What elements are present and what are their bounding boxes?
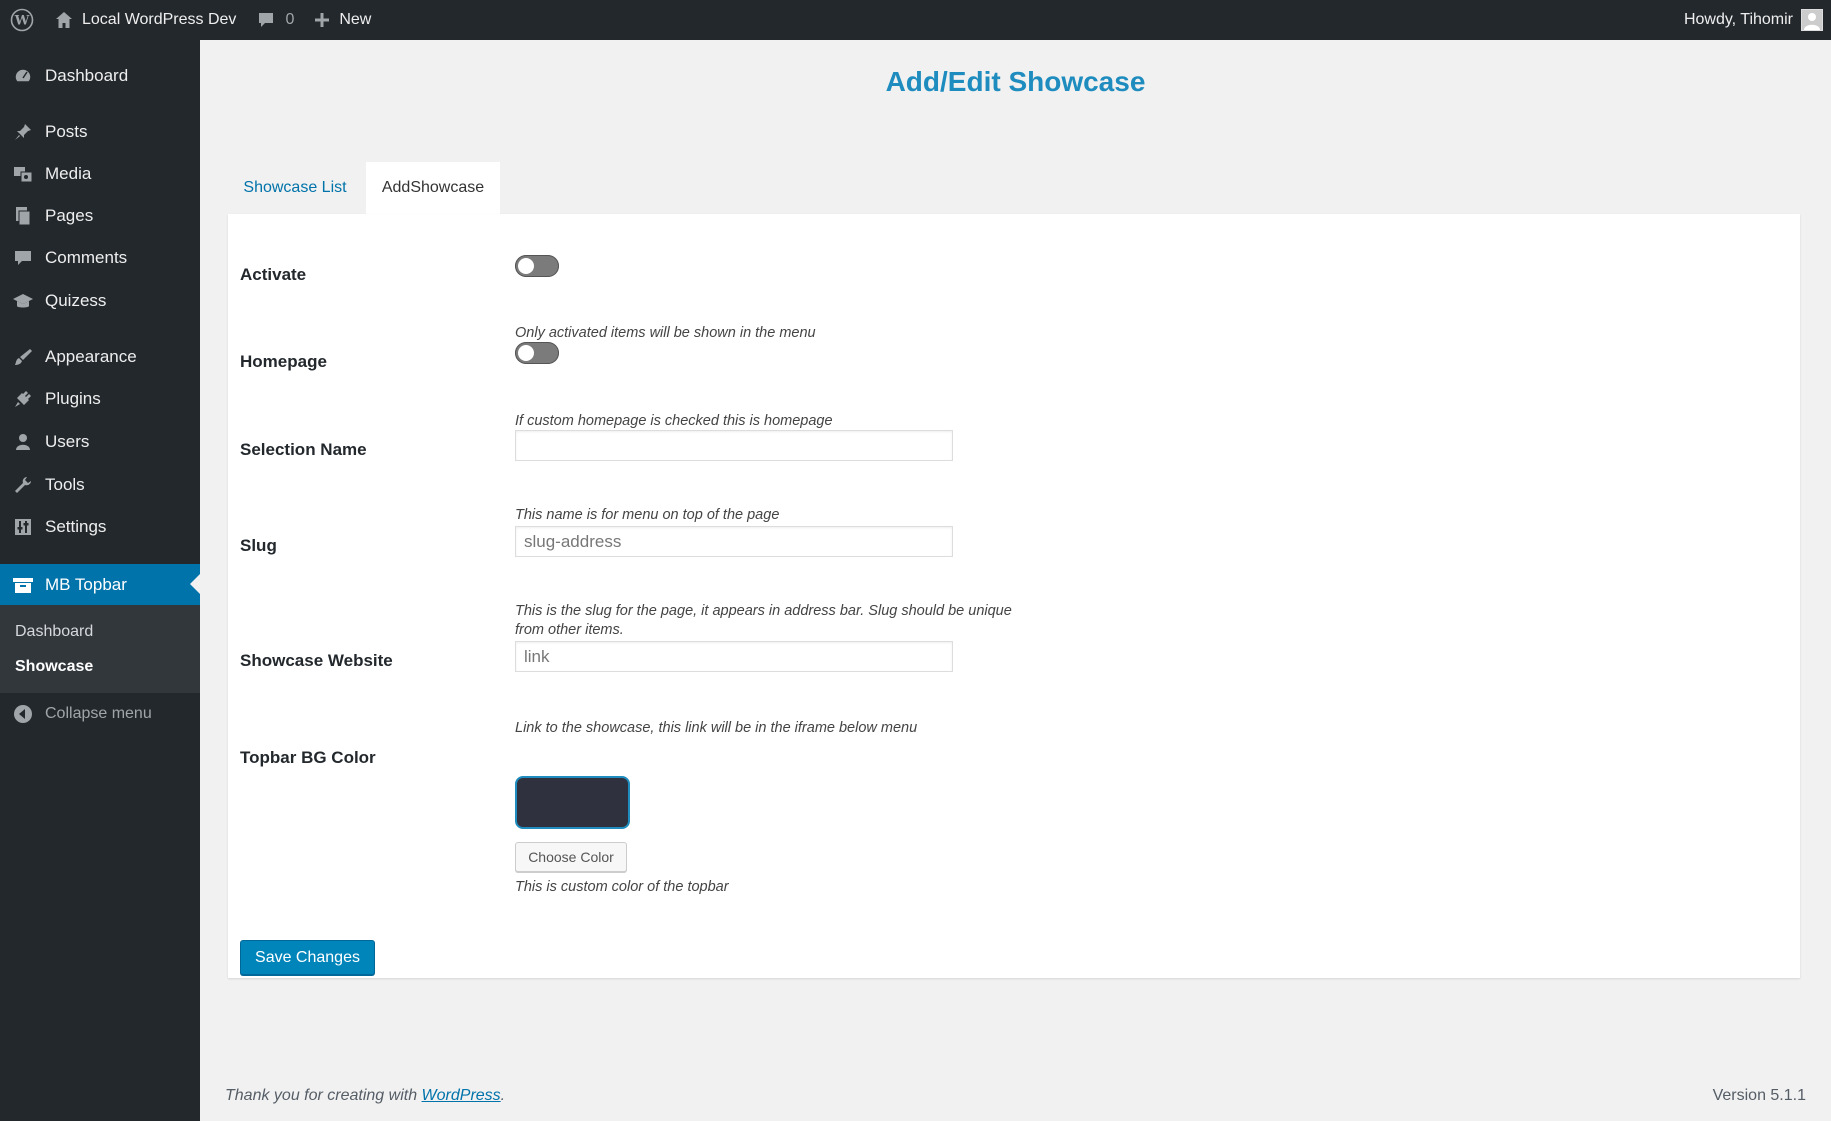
sidebar-item-label: Media bbox=[45, 164, 92, 183]
showcase-website-description: Link to the showcase, this link will be … bbox=[515, 720, 918, 736]
howdy-text: Howdy, Tihomir bbox=[1683, 11, 1793, 28]
plug-icon bbox=[0, 389, 45, 409]
collapse-menu-label: Collapse menu bbox=[45, 705, 152, 722]
sidebar-item-users[interactable]: Users bbox=[0, 422, 200, 462]
new-label: New bbox=[339, 11, 372, 28]
sidebar-item-settings[interactable]: Settings bbox=[0, 507, 200, 547]
showcase-website-label: Showcase Website bbox=[240, 651, 393, 670]
sidebar-item-label: Plugins bbox=[45, 389, 101, 408]
sidebar-item-media[interactable]: Media bbox=[0, 154, 200, 194]
homepage-description: If custom homepage is checked this is ho… bbox=[515, 413, 833, 429]
sidebar-item-label: MB Topbar bbox=[45, 574, 127, 594]
sidebar-item-label: Users bbox=[45, 432, 90, 451]
homepage-label: Homepage bbox=[240, 352, 327, 371]
pushpin-icon bbox=[0, 122, 45, 142]
main-content: Add/Edit Showcase Showcase List AddShowc… bbox=[200, 40, 1831, 1121]
mb-topbar-submenu: Dashboard Showcase bbox=[0, 605, 200, 693]
footer-thanks: Thank you for creating with WordPress. bbox=[225, 1087, 505, 1105]
selection-name-description: This name is for menu on top of the page bbox=[515, 507, 780, 523]
color-swatch[interactable] bbox=[515, 776, 630, 829]
comment-bubble-icon bbox=[259, 13, 274, 27]
sidebar-item-plugins[interactable]: Plugins bbox=[0, 379, 200, 419]
footer-version: Version 5.1.1 bbox=[1712, 1087, 1806, 1104]
save-changes-button[interactable]: Save Changes bbox=[240, 940, 375, 975]
sidebar-item-label: Quizess bbox=[45, 291, 107, 310]
sidebar-item-label: Tools bbox=[45, 475, 85, 494]
toggle-knob bbox=[518, 345, 534, 361]
wordpress-link[interactable]: WordPress bbox=[422, 1087, 501, 1104]
slug-label: Slug bbox=[240, 536, 277, 555]
footer-thanks-suffix: . bbox=[500, 1087, 506, 1104]
selection-name-label: Selection Name bbox=[240, 440, 367, 459]
new-content-link[interactable]: New bbox=[304, 0, 381, 40]
sidebar-item-comments[interactable]: Comments bbox=[0, 238, 200, 278]
sidebar-item-label: Dashboard bbox=[45, 66, 129, 85]
account-menu[interactable]: Howdy, Tihomir bbox=[1684, 0, 1823, 40]
slug-description: This is the slug for the page, it appear… bbox=[515, 603, 1012, 638]
media-icon bbox=[0, 164, 45, 184]
page-title: Add/Edit Showcase bbox=[885, 66, 1146, 97]
home-icon bbox=[56, 12, 72, 28]
tab-showcase-list[interactable]: Showcase List bbox=[228, 162, 362, 214]
dashboard-icon bbox=[0, 66, 45, 86]
activate-label: Activate bbox=[240, 265, 307, 284]
topbar-color-description: This is custom color of the topbar bbox=[515, 879, 729, 895]
sidebar-item-label: Settings bbox=[45, 517, 107, 536]
submenu-item-showcase[interactable]: Showcase bbox=[15, 658, 93, 676]
sidebar-item-label: Comments bbox=[45, 248, 128, 267]
sidebar-item-label: Posts bbox=[45, 122, 88, 141]
sidebar-item-label: Pages bbox=[45, 206, 94, 225]
sidebar-item-posts[interactable]: Posts bbox=[0, 112, 200, 152]
activate-description: Only activated items will be shown in th… bbox=[515, 325, 816, 341]
slug-input[interactable] bbox=[515, 526, 953, 557]
plus-icon bbox=[315, 13, 330, 27]
site-name-link[interactable]: Local WordPress Dev bbox=[42, 0, 246, 40]
footer-thanks-prefix: Thank you for creating with bbox=[225, 1087, 422, 1104]
sidebar-item-pages[interactable]: Pages bbox=[0, 196, 200, 236]
homepage-toggle[interactable] bbox=[515, 342, 559, 364]
avatar bbox=[1801, 9, 1823, 31]
showcase-website-input[interactable] bbox=[515, 641, 953, 672]
svg-text:W: W bbox=[14, 14, 30, 29]
sliders-icon bbox=[0, 517, 45, 537]
sidebar-item-mb-topbar[interactable]: MB Topbar bbox=[0, 564, 200, 605]
comment-bubble-icon bbox=[0, 248, 45, 268]
sidebar-item-dashboard[interactable]: Dashboard bbox=[0, 56, 200, 96]
graduation-cap-icon bbox=[0, 291, 45, 311]
admin-bar: W Local WordPress Dev 0 New Howdy, Tihom… bbox=[0, 0, 1831, 40]
toggle-knob bbox=[518, 258, 534, 274]
comments-count: 0 bbox=[285, 11, 295, 28]
user-icon bbox=[0, 432, 45, 452]
paintbrush-icon bbox=[0, 347, 45, 367]
sidebar-item-quizess[interactable]: Quizess bbox=[0, 281, 200, 321]
topbar-bg-color-label: Topbar BG Color bbox=[240, 748, 376, 767]
wrench-icon bbox=[0, 475, 45, 495]
pages-icon bbox=[0, 206, 45, 226]
admin-sidebar: Dashboard Posts Media Pages Comments Qui… bbox=[0, 40, 200, 1121]
collapse-arrow-icon bbox=[0, 704, 45, 724]
sidebar-item-label: Appearance bbox=[45, 347, 137, 366]
submenu-item-dashboard[interactable]: Dashboard bbox=[15, 623, 93, 641]
showcase-form-panel: Activate Only activated items will be sh… bbox=[228, 214, 1800, 978]
selection-name-input[interactable] bbox=[515, 430, 953, 461]
choose-color-button[interactable]: Choose Color bbox=[515, 842, 627, 872]
sidebar-item-tools[interactable]: Tools bbox=[0, 465, 200, 505]
collapse-menu-button[interactable]: Collapse menu bbox=[0, 694, 200, 734]
comments-link[interactable]: 0 bbox=[246, 0, 304, 40]
archive-box-icon bbox=[0, 575, 45, 595]
wordpress-logo-icon[interactable]: W bbox=[0, 0, 42, 40]
sidebar-item-appearance[interactable]: Appearance bbox=[0, 337, 200, 377]
activate-toggle[interactable] bbox=[515, 255, 559, 277]
tab-add-showcase[interactable]: AddShowcase bbox=[366, 162, 500, 214]
site-name: Local WordPress Dev bbox=[82, 11, 237, 28]
